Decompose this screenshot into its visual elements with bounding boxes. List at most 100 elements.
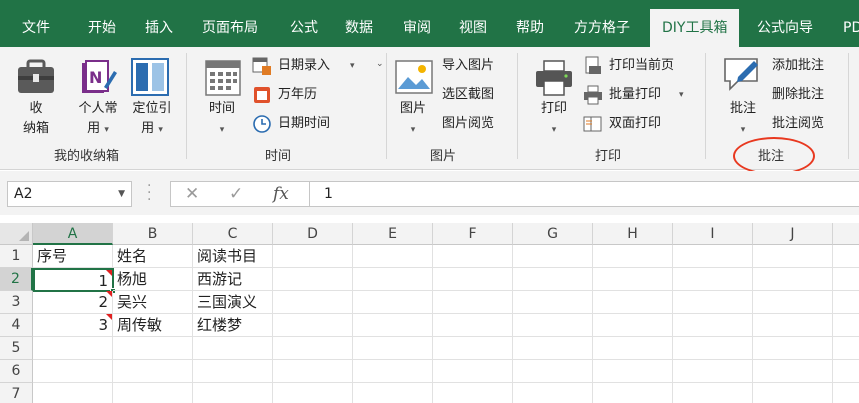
tab-home[interactable]: 开始 bbox=[88, 0, 116, 47]
empty-cell[interactable] bbox=[433, 245, 513, 268]
empty-cell[interactable] bbox=[513, 314, 593, 337]
empty-cell[interactable] bbox=[673, 245, 753, 268]
empty-cell[interactable] bbox=[753, 245, 833, 268]
empty-cell[interactable] bbox=[833, 360, 859, 383]
empty-cell[interactable] bbox=[353, 268, 433, 291]
empty-cell[interactable] bbox=[753, 291, 833, 314]
empty-cell[interactable] bbox=[673, 337, 753, 360]
printer-icon[interactable] bbox=[534, 59, 574, 101]
empty-cell[interactable] bbox=[593, 291, 673, 314]
empty-cell[interactable] bbox=[33, 383, 113, 403]
empty-cell[interactable] bbox=[273, 268, 353, 291]
empty-cell[interactable] bbox=[273, 245, 353, 268]
empty-cell[interactable] bbox=[593, 245, 673, 268]
empty-cell[interactable] bbox=[353, 360, 433, 383]
empty-cell[interactable] bbox=[673, 314, 753, 337]
row-header-1[interactable]: 1 bbox=[0, 245, 33, 268]
cell-b2[interactable]: 杨旭 bbox=[113, 268, 193, 291]
datetime-button[interactable]: 日期时间 bbox=[252, 112, 362, 136]
empty-cell[interactable] bbox=[353, 337, 433, 360]
tab-review[interactable]: 审阅 bbox=[403, 0, 431, 47]
drag-handle-icon[interactable]: · · · bbox=[147, 179, 151, 207]
column-header-g[interactable]: G bbox=[513, 223, 593, 245]
empty-cell[interactable] bbox=[113, 337, 193, 360]
select-all-button[interactable] bbox=[0, 223, 33, 245]
column-header-h[interactable]: H bbox=[593, 223, 673, 245]
empty-cell[interactable] bbox=[273, 291, 353, 314]
column-header-f[interactable]: F bbox=[433, 223, 513, 245]
column-header-b[interactable]: B bbox=[113, 223, 193, 245]
cell-a1[interactable]: 序号 bbox=[33, 245, 113, 268]
empty-cell[interactable] bbox=[433, 268, 513, 291]
row-header-3[interactable]: 3 bbox=[0, 291, 33, 314]
name-box[interactable]: A2 ▼ bbox=[7, 181, 132, 207]
collection-box-button[interactable]: 收 纳箱 bbox=[18, 99, 54, 139]
picture-icon[interactable] bbox=[394, 57, 434, 101]
print-button[interactable]: 打印 ▾ bbox=[534, 99, 574, 140]
empty-cell[interactable] bbox=[833, 291, 859, 314]
personal-favorites-button[interactable]: 个人常 用 ▾ bbox=[72, 99, 124, 140]
empty-cell[interactable] bbox=[673, 383, 753, 403]
browse-comment-button[interactable]: 批注阅览 bbox=[772, 112, 842, 136]
empty-cell[interactable] bbox=[273, 314, 353, 337]
empty-cell[interactable] bbox=[593, 383, 673, 403]
tab-formulas[interactable]: 公式 bbox=[290, 0, 318, 47]
cell-b3[interactable]: 吴兴 bbox=[113, 291, 193, 314]
confirm-icon[interactable]: ✓ bbox=[229, 184, 243, 204]
empty-cell[interactable] bbox=[673, 268, 753, 291]
chevron-down-icon[interactable]: ⌄ bbox=[376, 59, 384, 69]
empty-cell[interactable] bbox=[513, 360, 593, 383]
tab-page-layout[interactable]: 页面布局 bbox=[202, 0, 258, 47]
cancel-icon[interactable]: ✕ bbox=[185, 184, 199, 204]
column-header-i[interactable]: I bbox=[673, 223, 753, 245]
insert-function-icon[interactable]: fx bbox=[273, 184, 289, 204]
empty-cell[interactable] bbox=[753, 360, 833, 383]
empty-cell[interactable] bbox=[833, 314, 859, 337]
batch-print-button[interactable]: 批量打印 ▾ bbox=[583, 83, 693, 107]
row-header-4[interactable]: 4 bbox=[0, 314, 33, 337]
cell-a4[interactable]: 3 bbox=[33, 314, 113, 337]
toolbox-icon[interactable] bbox=[16, 59, 56, 99]
chevron-down-icon[interactable]: ▼ bbox=[118, 182, 125, 206]
date-input-button[interactable]: 日期录入 ▾ bbox=[252, 54, 382, 78]
comment-button[interactable]: 批注 ▾ bbox=[723, 99, 763, 140]
locate-reference-button[interactable]: 定位引 用 ▾ bbox=[126, 99, 178, 140]
empty-cell[interactable] bbox=[753, 383, 833, 403]
column-header-k[interactable] bbox=[833, 223, 859, 245]
empty-cell[interactable] bbox=[833, 268, 859, 291]
row-header-7[interactable]: 7 bbox=[0, 383, 33, 403]
empty-cell[interactable] bbox=[273, 360, 353, 383]
empty-cell[interactable] bbox=[513, 291, 593, 314]
empty-cell[interactable] bbox=[753, 337, 833, 360]
picture-browse-button[interactable]: 图片阅览 bbox=[442, 112, 512, 136]
personal-favorites-icon[interactable]: N bbox=[78, 57, 118, 101]
empty-cell[interactable] bbox=[33, 337, 113, 360]
empty-cell[interactable] bbox=[673, 291, 753, 314]
empty-cell[interactable] bbox=[433, 291, 513, 314]
empty-cell[interactable] bbox=[513, 245, 593, 268]
tab-file[interactable]: 文件 bbox=[22, 0, 50, 47]
empty-cell[interactable] bbox=[353, 314, 433, 337]
cell-b1[interactable]: 姓名 bbox=[113, 245, 193, 268]
empty-cell[interactable] bbox=[513, 268, 593, 291]
column-header-e[interactable]: E bbox=[353, 223, 433, 245]
print-current-page-button[interactable]: 打印当前页 bbox=[583, 54, 693, 78]
tab-diy-toolbox[interactable]: DIY工具箱 bbox=[650, 9, 740, 47]
cell-a2[interactable]: 1 bbox=[33, 268, 114, 292]
calendar-grid-icon[interactable] bbox=[204, 57, 242, 101]
locate-reference-icon[interactable] bbox=[130, 57, 170, 101]
empty-cell[interactable] bbox=[193, 383, 273, 403]
tab-insert[interactable]: 插入 bbox=[145, 0, 173, 47]
empty-cell[interactable] bbox=[193, 360, 273, 383]
add-comment-button[interactable]: 添加批注 bbox=[772, 54, 842, 78]
cell-c2[interactable]: 西游记 bbox=[193, 268, 273, 291]
empty-cell[interactable] bbox=[513, 337, 593, 360]
empty-cell[interactable] bbox=[753, 314, 833, 337]
comment-icon[interactable] bbox=[722, 55, 762, 99]
tab-help[interactable]: 帮助 bbox=[516, 0, 544, 47]
empty-cell[interactable] bbox=[433, 337, 513, 360]
tab-data[interactable]: 数据 bbox=[345, 0, 373, 47]
column-header-j[interactable]: J bbox=[753, 223, 833, 245]
empty-cell[interactable] bbox=[833, 337, 859, 360]
empty-cell[interactable] bbox=[593, 337, 673, 360]
